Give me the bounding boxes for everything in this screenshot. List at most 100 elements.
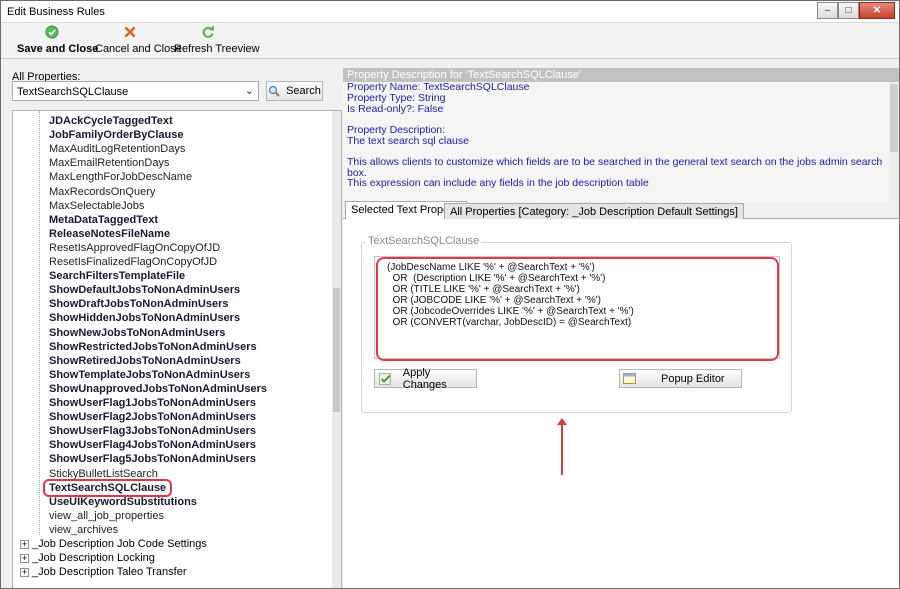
description-line: Is Read-only?: False: [347, 103, 444, 115]
search-button[interactable]: Search: [266, 81, 323, 101]
tree-item[interactable]: ShowNewJobsToNonAdminUsers: [49, 326, 225, 340]
tree-item-label: MaxSelectableJobs: [49, 199, 145, 212]
tree-item-label: ShowUserFlag4JobsToNonAdminUsers: [49, 439, 256, 452]
popup-editor-button[interactable]: Popup Editor: [619, 369, 742, 388]
maximize-button[interactable]: □: [838, 2, 859, 19]
tree-item-label: view_archives: [49, 523, 119, 536]
save-and-close-label: Save and Close: [17, 43, 99, 55]
expand-plus-icon[interactable]: +: [20, 539, 29, 549]
tree-item-label: MaxAuditLogRetentionDays: [49, 143, 186, 156]
edit-business-rules-window: Edit Business Rules – □ ✕ Save and Close…: [0, 0, 900, 589]
tree-item-label: ShowDefaultJobsToNonAdminUsers: [49, 284, 241, 297]
tree-group-label: _Job Description Taleo Transfer: [32, 566, 187, 579]
tree-item[interactable]: UseUIKeywordSubstitutions: [49, 495, 197, 509]
expand-plus-icon[interactable]: +: [20, 553, 29, 563]
sql-clause-line: OR (JOBCODE LIKE '%' + @SearchText + '%'…: [387, 295, 601, 306]
tree-item-label: ShowUserFlag2JobsToNonAdminUsers: [49, 411, 256, 424]
tree-item[interactable]: StickyBulletListSearch: [49, 467, 158, 481]
tree-item[interactable]: ShowTemplateJobsToNonAdminUsers: [49, 368, 250, 382]
toolbar: Save and Close Cancel and Close Refresh …: [1, 23, 899, 59]
tree-group[interactable]: + _Job Description Taleo Transfer: [20, 565, 187, 579]
tree-item[interactable]: ShowUserFlag4JobsToNonAdminUsers: [49, 438, 256, 452]
tree-item[interactable]: JDAckCycleTaggedText: [49, 114, 173, 128]
popup-window-icon: [623, 372, 636, 384]
tree-item-label: ResetIsFinalizedFlagOnCopyOfJD: [49, 256, 218, 268]
tree-item[interactable]: ShowUserFlag5JobsToNonAdminUsers: [49, 452, 256, 466]
tree-item-label: MetaDataTaggedText: [49, 213, 159, 226]
tree-item[interactable]: MaxEmailRetentionDays: [49, 156, 169, 170]
tree-item[interactable]: MaxRecordsOnQuery: [49, 185, 155, 199]
tree-item-label: StickyBulletListSearch: [49, 467, 158, 480]
cancel-and-close-label: Cancel and Close: [95, 43, 182, 55]
sql-clause-line: OR (TITLE LIKE '%' + @SearchText + '%'): [387, 284, 580, 295]
tree-item-label: MaxRecordsOnQuery: [49, 185, 156, 198]
tree-item[interactable]: JobFamilyOrderByClause: [49, 128, 184, 142]
tree-item-selected[interactable]: TextSearchSQLClause: [42, 478, 173, 497]
tree-item[interactable]: view_all_job_properties: [49, 509, 164, 523]
refresh-treeview-label: Refresh Treeview: [174, 43, 260, 55]
tree-item-label: UseUIKeywordSubstitutions: [49, 495, 197, 508]
save-and-close-button[interactable]: Save and Close: [17, 25, 99, 55]
tree-item[interactable]: ShowRetiredJobsToNonAdminUsers: [49, 354, 241, 368]
property-select[interactable]: TextSearchSQLClause ⌄: [12, 81, 259, 101]
tree-item-label: ReleaseNotesFileName: [49, 227, 171, 240]
tree-item-label: ShowRetiredJobsToNonAdminUsers: [49, 354, 241, 367]
properties-tree[interactable]: JDAckCycleTaggedText JobFamilyOrderByClau…: [12, 110, 342, 588]
tree-item[interactable]: ResetIsFinalizedFlagOnCopyOfJD: [49, 255, 217, 269]
description-scrollbar[interactable]: [889, 82, 899, 202]
tree-item-label: ShowNewJobsToNonAdminUsers: [49, 326, 226, 339]
tree-item-label: TextSearchSQLClause: [42, 478, 173, 497]
group-label: TextSearchSQLClause: [366, 235, 482, 247]
tree-item[interactable]: MaxAuditLogRetentionDays: [49, 142, 185, 156]
refresh-treeview-button[interactable]: Refresh Treeview: [174, 25, 260, 55]
tree-group[interactable]: + _Job Description Job Code Settings: [20, 537, 207, 551]
tree-scrollbar-thumb[interactable]: [333, 288, 340, 412]
tree-group-label: _Job Description Job Code Settings: [32, 538, 207, 550]
checkmark-icon: [379, 372, 391, 385]
sql-clause-line: OR (CONVERT(varchar, JobDescID) = @Searc…: [387, 317, 632, 328]
sql-clause-text[interactable]: (JobDescName LIKE '%' + @SearchText + '%…: [387, 262, 634, 328]
tree-item-label: JDAckCycleTaggedText: [49, 115, 173, 127]
tree-item[interactable]: ShowUserFlag3JobsToNonAdminUsers: [49, 424, 256, 438]
tree-group[interactable]: + _Job Description Locking: [20, 551, 155, 565]
tree-item-label: JobFamilyOrderByClause: [49, 129, 184, 142]
tree-item[interactable]: ShowUnapprovedJobsToNonAdminUsers: [49, 382, 267, 396]
close-button[interactable]: ✕: [859, 2, 895, 19]
description-scrollbar-thumb[interactable]: [890, 84, 898, 152]
tree-item-label: MaxEmailRetentionDays: [49, 157, 170, 170]
apply-changes-label: Apply Changes: [402, 366, 447, 391]
chevron-down-icon[interactable]: ⌄: [245, 84, 254, 97]
tree-item-label: ShowRestrictedJobsToNonAdminUsers: [49, 340, 257, 353]
minimize-button[interactable]: –: [817, 2, 838, 19]
tree-item[interactable]: ShowDraftJobsToNonAdminUsers: [49, 297, 228, 311]
tree-item[interactable]: ResetIsApprovedFlagOnCopyOfJD: [49, 241, 220, 255]
tree-item[interactable]: ShowHiddenJobsToNonAdminUsers: [49, 311, 240, 325]
property-select-value: TextSearchSQLClause: [17, 86, 129, 98]
tree-item[interactable]: MaxSelectableJobs: [49, 199, 144, 213]
tree-item[interactable]: ShowRestrictedJobsToNonAdminUsers: [49, 340, 257, 354]
tree-item[interactable]: view_archives: [49, 523, 118, 537]
arrow-up-icon: [557, 418, 567, 425]
tree-item-label: ShowUserFlag1JobsToNonAdminUsers: [49, 397, 256, 409]
tree-item[interactable]: ShowDefaultJobsToNonAdminUsers: [49, 283, 240, 297]
annotation-arrow-line: [561, 423, 563, 475]
cancel-and-close-button[interactable]: Cancel and Close: [95, 25, 182, 55]
tree-group-label: _Job Description Locking: [32, 552, 155, 565]
tree-item[interactable]: ShowUserFlag1JobsToNonAdminUsers: [49, 396, 256, 410]
tab-all-properties[interactable]: All Properties [Category: _Job Descripti…: [444, 203, 744, 220]
tab-content: TextSearchSQLClause (JobDescName LIKE '%…: [343, 219, 899, 588]
search-label: Search: [286, 85, 321, 97]
search-icon: [268, 85, 280, 97]
sql-clause-line: OR (Description LIKE '%' + @SearchText +…: [387, 273, 606, 284]
apply-changes-button[interactable]: Apply Changes: [374, 366, 477, 391]
expand-plus-icon[interactable]: +: [20, 567, 29, 577]
tree-item[interactable]: MetaDataTaggedText: [49, 213, 158, 227]
tree-item[interactable]: ReleaseNotesFileName: [49, 227, 170, 241]
tree-item[interactable]: ShowUserFlag2JobsToNonAdminUsers: [49, 410, 256, 424]
tree-item[interactable]: SearchFiltersTemplateFile: [49, 269, 185, 283]
tree-item[interactable]: MaxLengthForJobDescName: [49, 170, 192, 184]
tree-scrollbar[interactable]: [332, 111, 341, 588]
tree-item-label: ResetIsApprovedFlagOnCopyOfJD: [49, 241, 221, 254]
sql-clause-line: (JobDescName LIKE '%' + @SearchText + '%…: [387, 262, 595, 273]
title-bar: Edit Business Rules – □ ✕: [1, 1, 899, 23]
